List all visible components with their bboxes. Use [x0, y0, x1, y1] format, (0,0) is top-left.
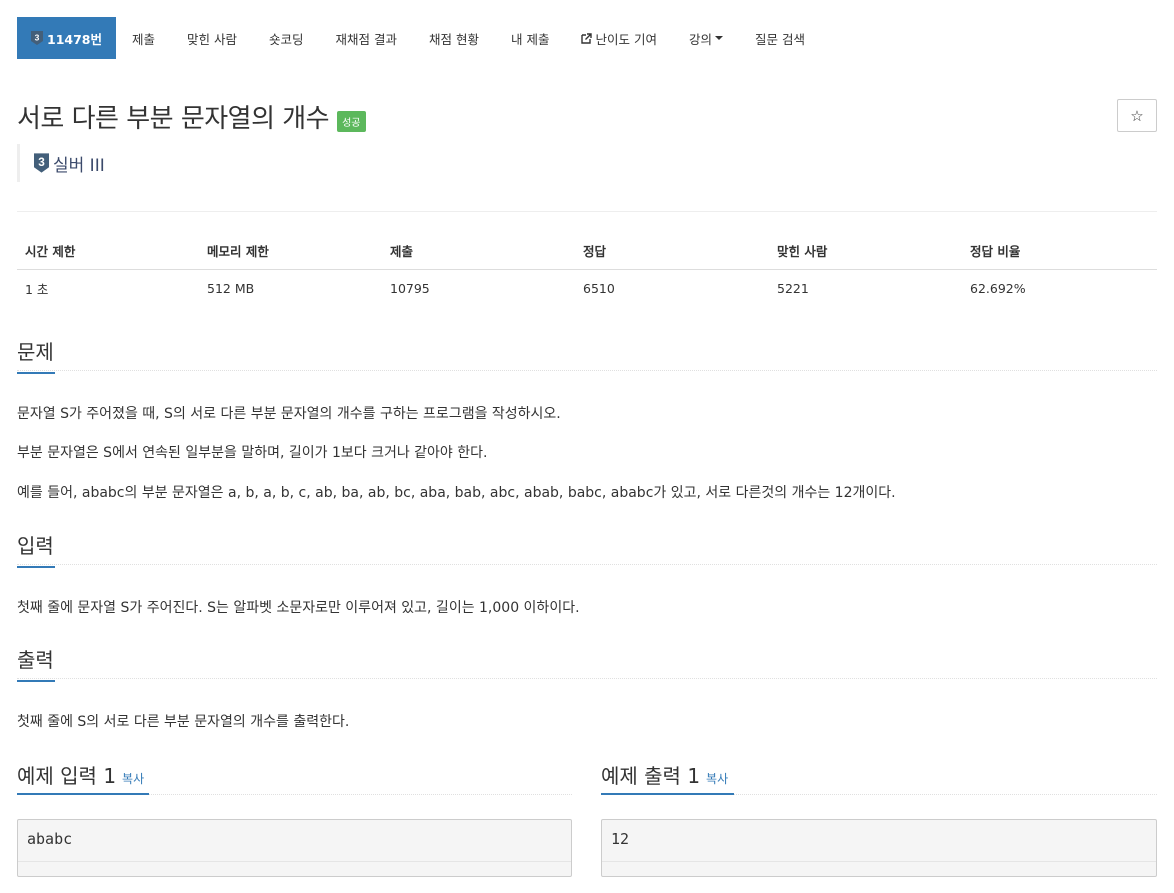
- problem-title: 서로 다른 부분 문자열의 개수: [17, 104, 330, 134]
- section-divider: [149, 794, 572, 795]
- silver-tier-icon: 3: [34, 153, 49, 173]
- sample-output-box[interactable]: 12: [601, 819, 1157, 877]
- heading-underline: [601, 793, 734, 795]
- nav-my-submissions-label: 내 제출: [510, 31, 550, 47]
- section-heading-output: 출력: [17, 644, 55, 682]
- nav-my-submissions[interactable]: 내 제출: [495, 17, 565, 59]
- header-submissions: 제출: [382, 232, 575, 270]
- nav-lectures-label: 강의: [688, 31, 712, 47]
- nav-lectures-dropdown[interactable]: 강의: [673, 17, 739, 59]
- value-accepted: 6510: [583, 281, 615, 296]
- problem-text-2: 부분 문자열은 S에서 연속된 일부분을 말하며, 길이가 1보다 크거나 같아…: [17, 445, 488, 461]
- nav-question-search[interactable]: 질문 검색: [739, 17, 821, 59]
- section-heading-input-text: 입력: [17, 534, 54, 558]
- problem-text-1: 문자열 S가 주어졌을 때, S의 서로 다른 부분 문자열의 개수를 구하는 …: [17, 406, 561, 422]
- external-link-icon: [581, 32, 593, 44]
- nav-submit[interactable]: 제출: [116, 17, 171, 59]
- nav-submit-label: 제출: [132, 31, 156, 47]
- nav-short-coding[interactable]: 숏코딩: [253, 17, 320, 59]
- star-icon: ☆: [1130, 106, 1144, 125]
- svg-text:3: 3: [38, 156, 45, 169]
- copy-sample-input-link[interactable]: 복사: [122, 772, 144, 786]
- value-accept-ratio: 62.692%: [970, 281, 1026, 296]
- value-submissions: 10795: [390, 281, 430, 296]
- nav-short-coding-label: 숏코딩: [269, 31, 304, 47]
- nav-difficulty-label: 난이도 기여: [595, 31, 657, 47]
- copy-sample-output-link[interactable]: 복사: [706, 772, 728, 786]
- heading-underline: [17, 793, 149, 795]
- heading-underline: [17, 566, 55, 568]
- sample-output-title: 예제 출력 1: [601, 764, 701, 788]
- value-memory-limit: 512 MB: [207, 281, 255, 296]
- output-text: 첫째 줄에 S의 서로 다른 부분 문자열의 개수를 출력한다.: [17, 714, 350, 730]
- header-accept-ratio: 정답 비율: [962, 232, 1157, 270]
- section-heading-problem: 문제: [17, 336, 55, 374]
- problem-nav: 3 11478번 제출 맞힌 사람 숏코딩 재채점 결과 채점 현황 내 제출 …: [17, 17, 821, 59]
- problem-tier: 3 실버 III: [17, 144, 105, 182]
- section-heading-problem-text: 문제: [17, 340, 54, 364]
- nav-problem-id[interactable]: 3 11478번: [17, 17, 116, 59]
- sample-input-title: 예제 입력 1: [17, 764, 117, 788]
- sample-input-heading: 예제 입력 1 복사: [17, 760, 144, 789]
- value-time-limit: 1 초: [25, 282, 49, 297]
- sample-input-box[interactable]: ababc: [17, 819, 572, 877]
- heading-underline: [17, 680, 55, 682]
- nav-problem-id-label: 11478번: [47, 31, 102, 47]
- header-accepted: 정답: [575, 232, 769, 270]
- table-header-row: 시간 제한 메모리 제한 제출 정답 맞힌 사람 정답 비율: [17, 232, 1157, 270]
- silver-tier-icon: 3: [31, 31, 43, 45]
- problem-text-3: 예를 들어, ababc의 부분 문자열은 a, b, a, b, c, ab,…: [17, 485, 896, 501]
- problem-title-row: 서로 다른 부분 문자열의 개수 성공: [17, 98, 366, 135]
- section-divider: [17, 370, 1157, 371]
- nav-status-label: 채점 현황: [429, 31, 479, 47]
- nav-rejudge[interactable]: 재채점 결과: [320, 17, 413, 59]
- table-row: 1 초 512 MB 10795 6510 5221 62.692%: [17, 270, 1157, 308]
- nav-status[interactable]: 채점 현황: [413, 17, 495, 59]
- header-memory-limit: 메모리 제한: [199, 232, 382, 270]
- nav-rejudge-label: 재채점 결과: [335, 31, 397, 47]
- section-divider: [734, 794, 1157, 795]
- svg-text:3: 3: [35, 33, 40, 43]
- status-badge: 성공: [337, 111, 366, 132]
- nav-solved-users[interactable]: 맞힌 사람: [171, 17, 253, 59]
- header-time-limit: 시간 제한: [17, 232, 199, 270]
- sample-output-heading: 예제 출력 1 복사: [601, 760, 728, 789]
- favorite-star-button[interactable]: ☆: [1117, 99, 1157, 132]
- header-solved-users: 맞힌 사람: [769, 232, 962, 270]
- tier-label[interactable]: 실버 III: [53, 151, 105, 176]
- nav-difficulty[interactable]: 난이도 기여: [565, 17, 672, 59]
- section-divider: [17, 678, 1157, 679]
- heading-underline: [17, 372, 55, 374]
- problem-info-table: 시간 제한 메모리 제한 제출 정답 맞힌 사람 정답 비율 1 초 512 M…: [17, 232, 1157, 307]
- section-heading-input: 입력: [17, 530, 55, 568]
- section-divider: [17, 564, 1157, 565]
- nav-question-search-label: 질문 검색: [754, 31, 805, 47]
- nav-solved-users-label: 맞힌 사람: [187, 31, 237, 47]
- section-heading-output-text: 출력: [17, 648, 54, 672]
- sample-input-value: ababc: [18, 820, 571, 862]
- divider: [17, 211, 1157, 212]
- value-solved-users: 5221: [777, 281, 809, 296]
- input-text: 첫째 줄에 문자열 S가 주어진다. S는 알파벳 소문자로만 이루어져 있고,…: [17, 600, 580, 616]
- sample-output-value: 12: [602, 820, 1156, 862]
- caret-down-icon: [714, 36, 723, 40]
